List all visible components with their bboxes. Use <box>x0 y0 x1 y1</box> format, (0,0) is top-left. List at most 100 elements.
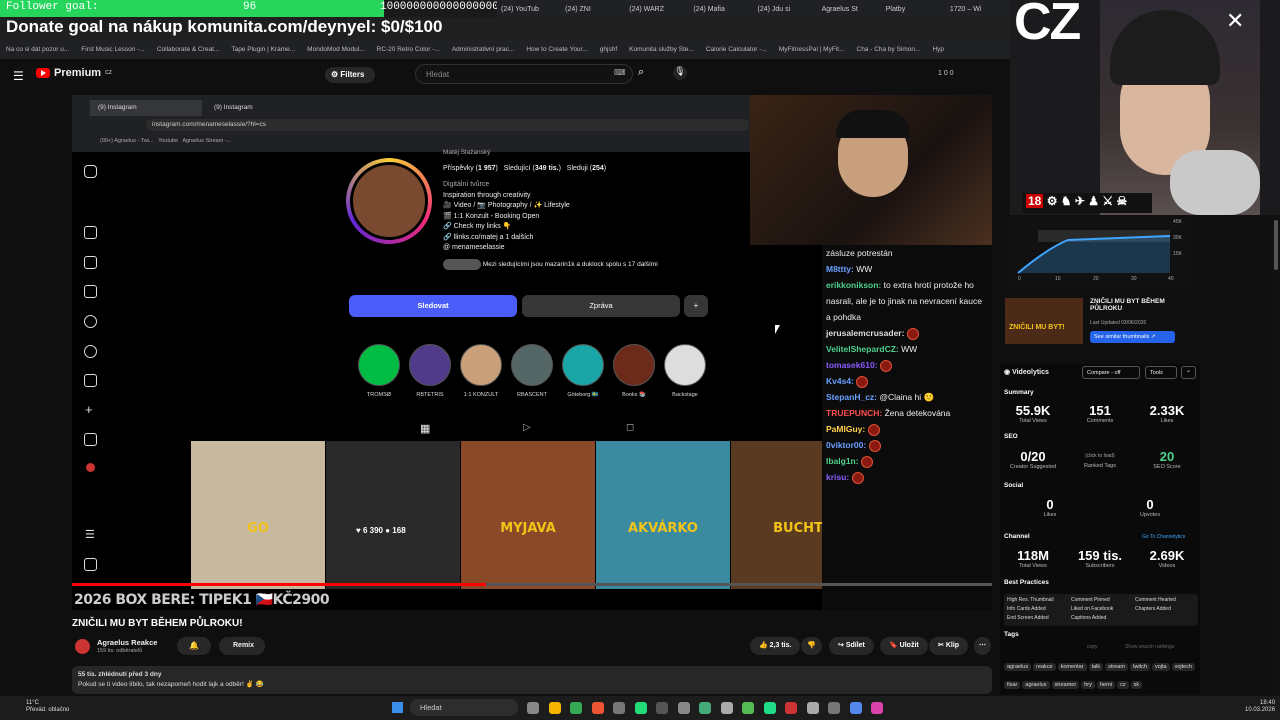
search-input[interactable]: Hledat <box>415 64 633 84</box>
chat-username[interactable]: StepanH_cz: <box>826 392 877 402</box>
chat-username[interactable]: jerusalemcrusader: <box>826 328 904 338</box>
filters-button[interactable]: ⚙ Filters <box>325 67 375 83</box>
tag-chip[interactable]: hry <box>1081 681 1095 689</box>
channelytics-link[interactable]: Go To Channelytics <box>1142 534 1185 540</box>
chat-username[interactable]: M8ttty: <box>826 264 854 274</box>
post-tile[interactable]: AKVÁRKO <box>596 441 730 589</box>
search-icon[interactable]: ⌕ <box>638 66 644 79</box>
highlight-circle[interactable] <box>358 344 400 386</box>
tag-chip[interactable]: reakce <box>1033 663 1056 671</box>
bookmark-item[interactable]: First Music Lesson -... <box>75 46 151 53</box>
tag-chip[interactable]: fisar <box>1004 681 1021 689</box>
highlight-circle[interactable] <box>511 344 553 386</box>
chat-username[interactable]: PaMIGuy: <box>826 424 865 434</box>
scroll-thumb[interactable] <box>1274 220 1278 270</box>
mic-icon[interactable]: 🎙 <box>673 66 687 80</box>
like-button[interactable]: 👍 2,3 tis. <box>750 637 801 655</box>
chat-username[interactable]: VelitelShepardCZ: <box>826 344 899 354</box>
highlight-circle[interactable] <box>664 344 706 386</box>
app-icon[interactable] <box>634 702 647 714</box>
tag-chip[interactable]: agraelus <box>1004 663 1032 671</box>
bookmark-item[interactable]: Collaborate & Creat... <box>151 46 226 53</box>
app-icon[interactable] <box>828 702 840 714</box>
show-rankings-toggle[interactable]: Show search rankings <box>1125 644 1174 650</box>
app-icon[interactable] <box>570 702 582 714</box>
tools-dropdown[interactable]: Tools <box>1145 366 1177 379</box>
chat-username[interactable]: tomasek610: <box>826 360 878 370</box>
bookmark-item[interactable]: MyFitnessPal | MyFit... <box>773 46 851 53</box>
channel-name[interactable]: Agraelus Reakce <box>97 638 157 647</box>
post-tile[interactable]: ♥ 6 390 ● 168 <box>326 441 460 589</box>
app-icon[interactable] <box>527 702 539 714</box>
app-icon[interactable] <box>656 702 668 714</box>
follow-button[interactable]: Sledovat <box>349 295 517 317</box>
channel-avatar[interactable] <box>75 639 90 654</box>
highlight-circle[interactable] <box>409 344 451 386</box>
chat-username[interactable]: 0viktor00: <box>826 440 866 450</box>
post-tile[interactable]: MYJAVA <box>461 441 595 589</box>
taskbar-search[interactable]: Hledat <box>410 699 518 716</box>
weather-widget[interactable]: 11°C Převád. oblačno <box>26 700 69 714</box>
bookmark-item[interactable]: Cha - Cha by Simon... <box>851 46 927 53</box>
tag-chip[interactable]: agraelus <box>1022 681 1050 689</box>
video-description[interactable]: 55 tis. zhlédnutí před 3 dny Pokud se ti … <box>72 666 992 694</box>
bookmark-item[interactable]: MondoMod Modul... <box>301 46 370 53</box>
bookmark-item[interactable]: Hyp <box>926 46 950 53</box>
more-actions-icon[interactable]: ⋯ <box>974 637 991 655</box>
app-icon[interactable] <box>763 702 776 714</box>
tag-chip[interactable]: sk <box>1130 681 1143 689</box>
clock[interactable]: 18:40 10.03.2026 <box>1245 700 1275 714</box>
app-icon[interactable] <box>613 702 625 714</box>
highlight-circle[interactable] <box>562 344 604 386</box>
tag-chip[interactable]: streamer <box>1051 681 1080 689</box>
post-tile[interactable]: GO <box>191 441 325 589</box>
bookmark-item[interactable]: Calorie Calculator -... <box>700 46 773 53</box>
app-icon[interactable] <box>699 702 711 714</box>
tag-chip[interactable]: cz <box>1117 681 1129 689</box>
bookmark-item[interactable]: How to Create Your... <box>520 46 593 53</box>
video-progress-bar[interactable] <box>72 583 992 586</box>
bookmark-item[interactable]: Administrativní prac... <box>446 46 521 53</box>
tag-chip[interactable]: talk <box>1088 663 1104 671</box>
app-icon[interactable] <box>871 702 883 714</box>
scrollbar[interactable] <box>1272 215 1280 695</box>
chevron-down-icon[interactable]: ⌄ <box>1181 366 1196 379</box>
app-icon[interactable] <box>591 702 604 714</box>
message-button[interactable]: Zpráva <box>522 295 680 317</box>
tag-chip[interactable]: stream <box>1105 663 1128 671</box>
tag-chip[interactable]: herni <box>1096 681 1116 689</box>
compare-toggle[interactable]: Compare - off <box>1082 366 1140 379</box>
chat-username[interactable]: erikkonikson: <box>826 280 881 290</box>
ranked-tags-stat[interactable]: (click to load) Ranked Tags <box>1070 453 1130 469</box>
remix-button[interactable]: Remix <box>219 637 265 655</box>
chat-username[interactable]: Kv4s4: <box>826 376 854 386</box>
bookmark-item[interactable]: ghjshf <box>594 46 623 53</box>
menu-icon[interactable]: ☰ <box>13 69 24 83</box>
chat-username[interactable]: Ibalg1n: <box>826 456 859 466</box>
app-icon[interactable] <box>720 702 733 714</box>
bookmark-item[interactable]: Tape Plugin | Krame... <box>225 46 301 53</box>
save-button[interactable]: 🔖 Uložit <box>880 637 928 655</box>
app-icon[interactable] <box>742 702 754 714</box>
tag-chip[interactable]: vojtech <box>1171 663 1196 671</box>
tag-chip[interactable]: vojta <box>1152 663 1170 671</box>
app-icon[interactable] <box>548 702 561 714</box>
dislike-icon[interactable]: 👎 <box>801 637 822 655</box>
bookmark-item[interactable]: RC-20 Retro Color -... <box>371 46 446 53</box>
bookmark-item[interactable]: Na co si dát pozor u... <box>0 46 75 53</box>
see-similar-button[interactable]: See similar thumbnails ↗ <box>1090 331 1175 343</box>
start-icon[interactable] <box>392 702 403 713</box>
app-icon[interactable] <box>849 702 862 714</box>
copy-tags-button[interactable]: copy <box>1087 644 1098 650</box>
highlight-circle[interactable] <box>460 344 502 386</box>
clip-button[interactable]: ✂ Klip <box>929 637 969 655</box>
share-button[interactable]: ↪ Sdílet <box>829 637 874 655</box>
add-user-icon[interactable]: + <box>684 295 708 317</box>
click-to-load[interactable]: (click to load) <box>1070 453 1130 459</box>
app-icon[interactable] <box>677 702 690 714</box>
bell-icon[interactable]: 🔔 <box>177 637 211 655</box>
tag-chip[interactable]: twitch <box>1129 663 1150 671</box>
bookmark-item[interactable]: Komunita služby Ste... <box>623 46 700 53</box>
app-icon[interactable] <box>785 702 797 714</box>
youtube-logo[interactable]: Premium CZ <box>36 67 112 79</box>
